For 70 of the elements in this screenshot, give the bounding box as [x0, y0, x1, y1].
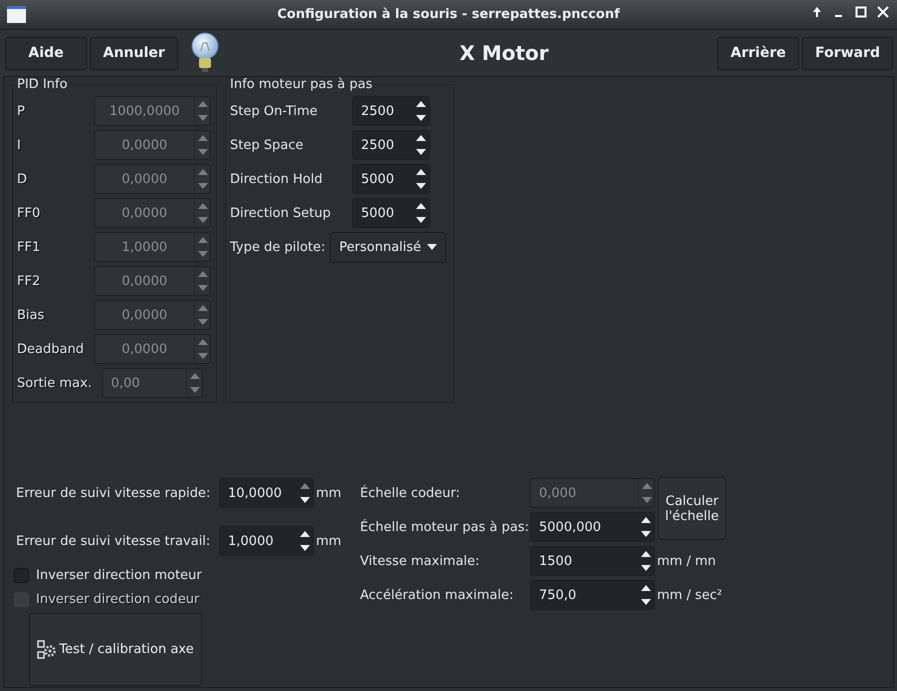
- spin-field[interactable]: 2500: [352, 130, 430, 160]
- decrement-button[interactable]: [300, 497, 310, 503]
- decrement-button[interactable]: [641, 599, 651, 605]
- spin-field[interactable]: 10,0000: [219, 478, 314, 508]
- decrement-button[interactable]: [641, 565, 651, 571]
- increment-button[interactable]: [416, 135, 426, 141]
- decrement-button[interactable]: [416, 149, 426, 155]
- test-button[interactable]: Test / calibration axe: [29, 613, 202, 686]
- lightbulb-icon: [188, 31, 221, 75]
- field-label: Vitesse maximale:: [360, 554, 481, 568]
- spin-field[interactable]: 750,0: [530, 580, 655, 610]
- checkbox-label: Inverser direction moteur: [36, 568, 202, 582]
- toolbar-button[interactable]: Annuler: [90, 36, 178, 70]
- field-label: Échelle codeur:: [360, 486, 462, 500]
- field-label: I: [17, 138, 22, 152]
- gears-icon: [37, 640, 58, 660]
- unit-label: mm: [316, 486, 342, 500]
- decrement-button[interactable]: [416, 217, 426, 223]
- field-label: FF0: [17, 206, 42, 220]
- decrement-button[interactable]: [300, 545, 310, 551]
- checkbox-label: Inverser direction codeur: [36, 592, 200, 606]
- close-button[interactable]: [875, 4, 891, 20]
- field-label: Bias: [17, 308, 46, 322]
- increment-button[interactable]: [641, 517, 651, 523]
- driver-dropdown[interactable]: Personnalisé: [330, 232, 446, 262]
- window-icon: [7, 6, 26, 23]
- increment-button[interactable]: [641, 551, 651, 557]
- decrement-button[interactable]: [641, 531, 651, 537]
- spin-field[interactable]: 1,0000: [219, 526, 314, 556]
- field-label: D: [17, 172, 28, 186]
- field-label: Step Space: [230, 138, 304, 152]
- field-label: Direction Setup: [230, 206, 332, 220]
- checkbox[interactable]: [14, 568, 29, 582]
- field-label: FF2: [17, 274, 42, 288]
- field-label: FF1: [17, 240, 42, 254]
- field-label: Step On-Time: [230, 104, 319, 118]
- decrement-button[interactable]: [416, 183, 426, 189]
- navigation-button[interactable]: Forward: [802, 36, 893, 70]
- field-label: Deadband: [17, 342, 85, 356]
- spin-field[interactable]: 2500: [352, 96, 430, 126]
- increment-button[interactable]: [416, 101, 426, 107]
- frame-title: Info moteur pas à pas: [229, 77, 374, 92]
- navigation-button[interactable]: Arrière: [717, 36, 800, 70]
- spin-field[interactable]: 1500: [530, 546, 655, 576]
- increment-button[interactable]: [416, 169, 426, 175]
- field-label: Direction Hold: [230, 172, 324, 186]
- field-label: Sortie max.: [17, 376, 93, 390]
- decrement-button[interactable]: [416, 115, 426, 121]
- page-heading: X Motor: [458, 41, 550, 65]
- spin-field[interactable]: 5000: [352, 164, 430, 194]
- toolbar-button[interactable]: Aide: [5, 36, 87, 70]
- field-label: Type de pilote:: [230, 240, 326, 254]
- spin-field[interactable]: 5000,000: [530, 512, 655, 542]
- calculate-button[interactable]: Calculer l'échelle: [658, 477, 726, 540]
- field-label: Erreur de suivi vitesse rapide:: [16, 486, 212, 500]
- increment-button[interactable]: [641, 585, 651, 591]
- increment-button[interactable]: [300, 531, 310, 537]
- window-title: Configuration à la souris - serrepattes.pncconf: [276, 7, 621, 22]
- field-label: Accélération maximale:: [360, 588, 514, 602]
- unit-label: mm / sec²: [657, 588, 722, 602]
- dropdown-caret-icon: [427, 244, 438, 250]
- field-label: Erreur de suivi vitesse travail:: [16, 534, 212, 548]
- spin-field[interactable]: 5000: [352, 198, 430, 228]
- increment-button[interactable]: [416, 203, 426, 209]
- unit-label: mm / mn: [657, 554, 716, 568]
- frame-title: PID Info: [16, 77, 68, 92]
- unit-label: mm: [316, 534, 342, 548]
- maximize-button[interactable]: [853, 4, 869, 20]
- field-label: P: [17, 104, 26, 118]
- field-label: Échelle moteur pas à pas:: [360, 520, 530, 534]
